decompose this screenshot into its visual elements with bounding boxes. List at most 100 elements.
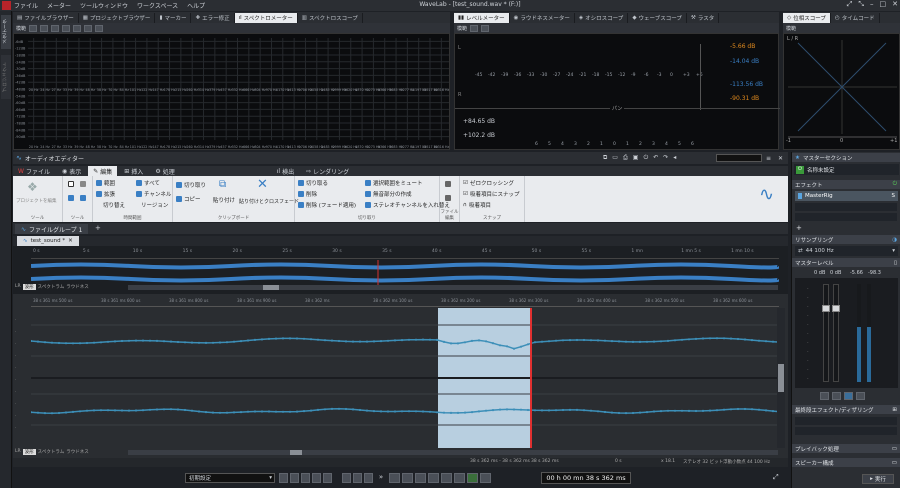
sample-point[interactable] <box>43 412 47 415</box>
sample-point[interactable] <box>708 337 712 340</box>
sample-point[interactable] <box>246 339 250 342</box>
solo-icon[interactable]: S <box>892 193 896 199</box>
sample-point[interactable] <box>624 412 628 415</box>
power-icon[interactable]: ⏻ <box>643 154 648 162</box>
grid-button[interactable] <box>51 24 60 32</box>
resampling-select[interactable]: ⇄ 44 100 Hz ▾ <box>795 246 898 256</box>
sample-point[interactable] <box>379 340 383 343</box>
sample-point[interactable] <box>120 339 124 343</box>
sample-point[interactable] <box>428 410 432 413</box>
sample-point[interactable] <box>274 410 278 413</box>
sample-point[interactable] <box>631 411 635 415</box>
sample-point[interactable] <box>316 408 320 411</box>
sample-point[interactable] <box>127 409 131 412</box>
sample-point[interactable] <box>141 339 145 342</box>
sample-point[interactable] <box>652 340 656 343</box>
switch-button[interactable]: 切り替え <box>103 201 125 209</box>
sample-point[interactable] <box>526 343 530 346</box>
db-button[interactable] <box>832 392 841 400</box>
sample-point[interactable] <box>722 337 726 340</box>
sample-point[interactable] <box>57 411 61 415</box>
sample-point[interactable] <box>232 340 236 343</box>
sample-point[interactable] <box>764 340 768 343</box>
sample-point[interactable] <box>330 339 334 342</box>
sample-point[interactable] <box>141 409 145 412</box>
sample-point[interactable] <box>491 342 495 345</box>
sample-point[interactable] <box>645 340 649 343</box>
sample-point[interactable] <box>512 408 516 411</box>
sample-point[interactable] <box>134 409 138 412</box>
sample-point[interactable] <box>743 338 747 341</box>
skip-button[interactable] <box>312 473 321 483</box>
sample-point[interactable] <box>729 408 733 411</box>
sample-point[interactable] <box>330 407 334 410</box>
sample-point[interactable] <box>190 409 194 412</box>
project-edit-label[interactable]: プロジェクトを編集 <box>16 198 57 204</box>
menu-help[interactable]: ヘルプ <box>187 1 205 10</box>
file-tab-test-sound[interactable]: ∿ test_sound * ✕ <box>17 236 79 246</box>
file-edit-icon-2[interactable] <box>445 195 451 201</box>
loop-toggle-button[interactable] <box>441 473 452 483</box>
sample-point[interactable] <box>491 409 495 412</box>
effect-slot-empty-1[interactable] <box>795 203 897 211</box>
sample-point[interactable] <box>638 340 642 343</box>
sample-point[interactable] <box>358 408 362 412</box>
sample-point[interactable] <box>547 409 551 412</box>
sample-point[interactable] <box>575 408 579 411</box>
sample-point[interactable] <box>519 408 523 411</box>
sample-point[interactable] <box>400 410 404 413</box>
sample-point[interactable] <box>470 339 474 342</box>
range-tool-icon[interactable] <box>68 195 74 201</box>
fullscreen-icon[interactable]: ⤡ <box>858 0 864 9</box>
sample-point[interactable] <box>267 337 271 340</box>
sample-point[interactable] <box>78 410 82 413</box>
rewind-button[interactable] <box>415 473 426 483</box>
sample-point[interactable] <box>764 409 768 412</box>
expand-icon[interactable]: ⤢ <box>847 0 853 9</box>
sample-point[interactable] <box>113 409 117 412</box>
sample-point[interactable] <box>470 411 474 414</box>
sample-point[interactable] <box>694 337 698 340</box>
sample-point[interactable] <box>386 339 390 342</box>
sample-point[interactable] <box>365 340 369 343</box>
sample-point[interactable] <box>239 411 243 414</box>
sample-point[interactable] <box>771 410 775 413</box>
region-button[interactable]: リージョン <box>141 201 168 209</box>
left-fader[interactable] <box>822 284 830 382</box>
sample-point[interactable] <box>736 337 740 341</box>
sample-point[interactable] <box>225 341 229 344</box>
sample-point[interactable] <box>736 407 740 411</box>
sample-point[interactable] <box>134 339 138 342</box>
mode-waveform[interactable]: 波形 <box>22 449 36 455</box>
sample-point[interactable] <box>631 340 635 343</box>
sample-point[interactable] <box>400 339 404 342</box>
all-button[interactable]: すべて <box>136 179 160 187</box>
sample-point[interactable] <box>295 410 299 413</box>
add-group-icon[interactable]: + <box>95 224 101 232</box>
zoom-level[interactable]: x 18.1 <box>661 459 675 464</box>
sample-point[interactable] <box>596 339 600 342</box>
sample-point[interactable] <box>442 411 446 414</box>
sample-point[interactable] <box>421 410 425 413</box>
sample-point[interactable] <box>372 410 376 413</box>
sample-point[interactable] <box>176 408 180 411</box>
refresh-button[interactable] <box>40 24 49 32</box>
create-silence-button[interactable]: 無音部分の作成 <box>365 190 412 198</box>
sample-point[interactable] <box>673 339 677 342</box>
sample-point[interactable] <box>666 409 670 412</box>
sample-point[interactable] <box>561 339 565 342</box>
sample-point[interactable] <box>162 408 166 411</box>
sample-point[interactable] <box>729 337 733 340</box>
play-pre-button[interactable] <box>353 473 362 483</box>
sample-point[interactable] <box>456 342 460 345</box>
cursor-position[interactable]: 38 s 362 ms <box>531 459 559 464</box>
mode-lr[interactable]: LR <box>15 449 21 455</box>
sample-point[interactable] <box>288 337 292 340</box>
paste-icon[interactable]: ⧉ <box>219 179 226 190</box>
forward-icon[interactable]: » <box>375 473 387 483</box>
magnetic-button[interactable]: ∩ 吸着項目 <box>463 201 491 209</box>
sample-point[interactable] <box>344 340 348 343</box>
transport-preset-select[interactable]: 初期設定 ▾ <box>185 473 275 483</box>
sample-point[interactable] <box>92 341 96 344</box>
sample-point[interactable] <box>253 338 257 341</box>
